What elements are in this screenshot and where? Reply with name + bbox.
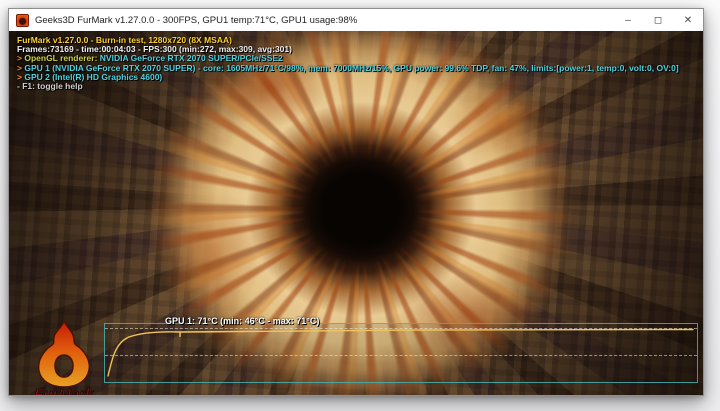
stats-overlay: FurMark v1.27.0.0 - Burn-in test, 1280x7… xyxy=(17,36,679,91)
osd-help-line: - F1: toggle help xyxy=(17,82,679,91)
close-button[interactable]: ✕ xyxy=(673,9,703,31)
furmark-logo-text: FurMark xyxy=(34,386,94,395)
gl-render-viewport: FurMark v1.27.0.0 - Burn-in test, 1280x7… xyxy=(9,31,703,395)
title-bar[interactable]: Geeks3D FurMark v1.27.0.0 - 300FPS, GPU1… xyxy=(9,9,703,31)
maximize-button[interactable]: ◻ xyxy=(643,9,673,31)
flame-donut-shape xyxy=(39,321,90,387)
window-title: Geeks3D FurMark v1.27.0.0 - 300FPS, GPU1… xyxy=(35,15,357,26)
minimize-button[interactable]: – xyxy=(613,9,643,31)
furmark-logo: FurMark xyxy=(21,319,107,395)
furmark-app-icon xyxy=(16,14,29,27)
furmark-window: Geeks3D FurMark v1.27.0.0 - 300FPS, GPU1… xyxy=(8,8,704,396)
osd-gpu2-line: > GPU 2 (Intel(R) HD Graphics 4600) xyxy=(17,73,679,82)
window-controls: – ◻ ✕ xyxy=(613,9,703,31)
gpu-temp-graph: GPU 1: 71°C (min: 46°C - max: 71°C) xyxy=(104,323,698,383)
temp-curve xyxy=(105,324,699,384)
